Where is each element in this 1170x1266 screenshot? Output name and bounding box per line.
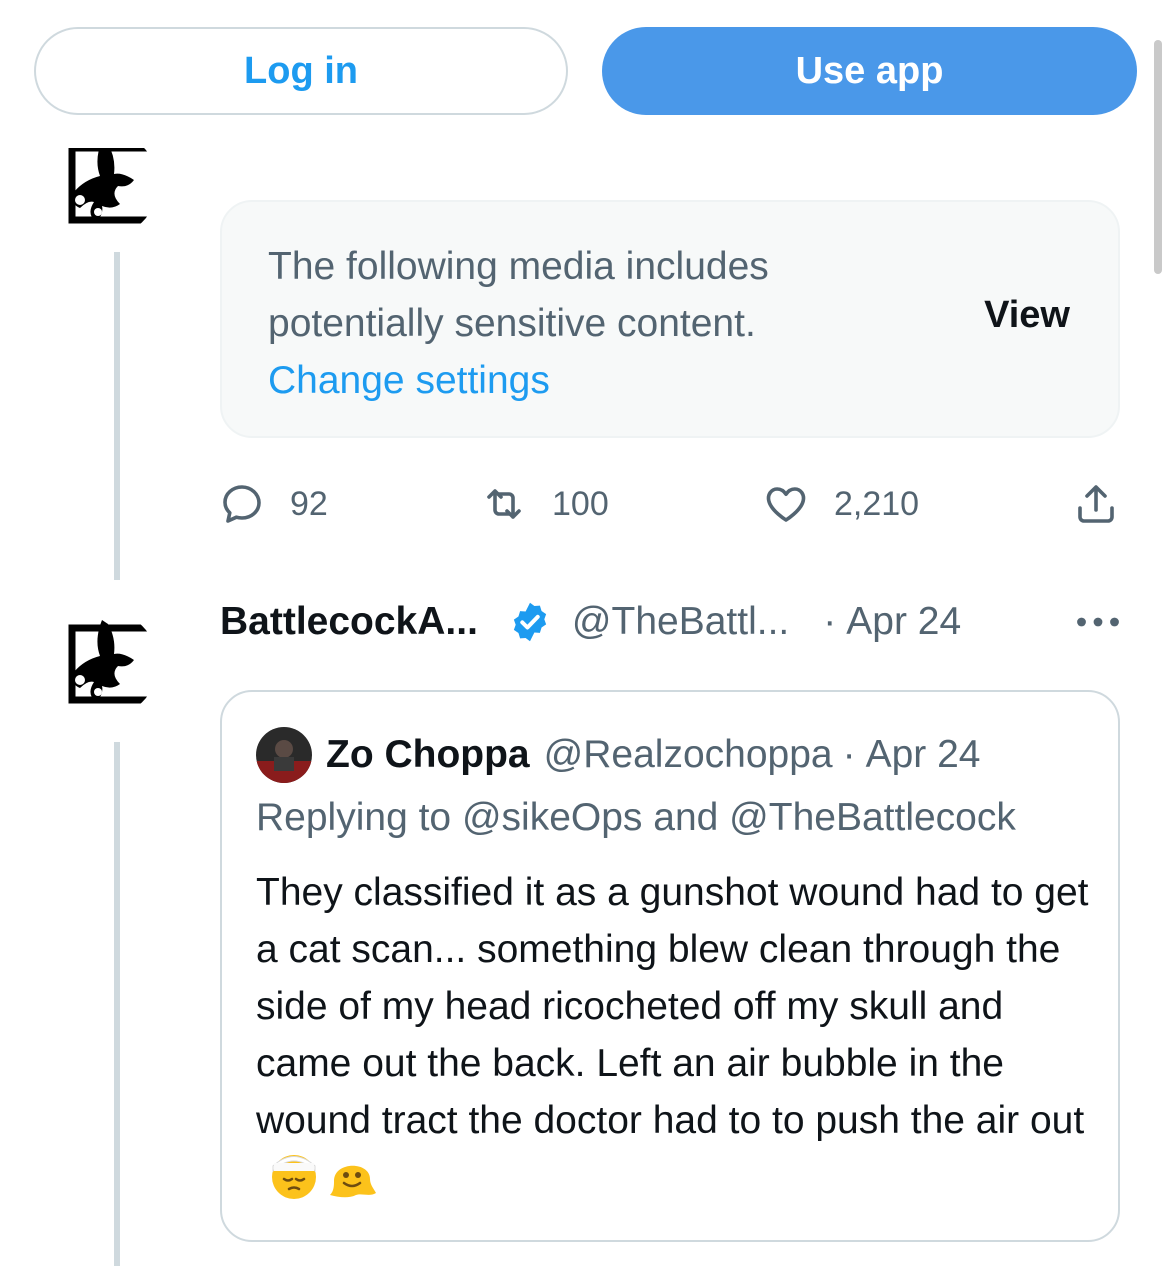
author-name[interactable]: BattlecockA... bbox=[220, 600, 478, 644]
quote-author-handle: @Realzochoppa bbox=[543, 733, 833, 776]
avatar[interactable] bbox=[50, 610, 158, 718]
sensitive-message: The following media includes potentially… bbox=[268, 245, 769, 345]
quote-body: They classified it as a gunshot wound ha… bbox=[256, 864, 1096, 1207]
quote-header: Zo Choppa @Realzochoppa · Apr 24 bbox=[256, 726, 981, 784]
login-button[interactable]: Log in bbox=[34, 27, 568, 115]
melting-face-icon bbox=[326, 1149, 378, 1201]
separator-dot: · bbox=[842, 733, 856, 776]
share-icon bbox=[1078, 485, 1114, 523]
face-with-head-bandage-icon bbox=[268, 1149, 320, 1201]
thread-line bbox=[114, 252, 120, 580]
like-count: 2,210 bbox=[834, 484, 920, 523]
quote-avatar bbox=[256, 727, 312, 783]
author-handle[interactable]: @TheBattl... bbox=[572, 600, 789, 644]
quoted-tweet[interactable]: Zo Choppa @Realzochoppa · Apr 24 Replyin… bbox=[220, 690, 1120, 1242]
user-photo-icon bbox=[256, 727, 312, 783]
share-action[interactable] bbox=[1072, 478, 1120, 530]
reply-action[interactable]: 92 bbox=[218, 478, 328, 530]
top-bar: Log in Use app bbox=[0, 0, 1170, 148]
heart-icon bbox=[766, 487, 806, 522]
battlecock-logo-icon bbox=[68, 620, 158, 704]
separator-dot: · bbox=[823, 600, 837, 643]
verified-badge-icon bbox=[513, 602, 547, 642]
reply-count: 92 bbox=[290, 484, 328, 523]
thread-line bbox=[114, 742, 120, 1266]
tweet-header: BattlecockA... @TheBattl... · Apr 24 bbox=[220, 592, 1130, 652]
change-settings-link[interactable]: Change settings bbox=[268, 352, 550, 409]
replying-to: Replying to @sikeOps and @TheBattlecock bbox=[256, 796, 1016, 839]
use-app-button[interactable]: Use app bbox=[602, 27, 1137, 115]
sensitive-media-notice: The following media includes potentially… bbox=[220, 200, 1120, 438]
scrollbar[interactable] bbox=[1154, 40, 1162, 274]
quote-author-name: Zo Choppa bbox=[326, 733, 530, 776]
like-action[interactable]: 2,210 bbox=[762, 478, 919, 530]
page: Log in Use app The following media inclu… bbox=[0, 0, 1170, 1266]
more-dots-icon bbox=[1077, 617, 1119, 627]
quote-body-text: They classified it as a gunshot wound ha… bbox=[256, 871, 1089, 1142]
repost-icon bbox=[487, 489, 521, 519]
repost-action[interactable]: 100 bbox=[480, 478, 609, 530]
repost-count: 100 bbox=[552, 484, 609, 523]
view-button[interactable]: View bbox=[984, 294, 1070, 337]
tweet-date[interactable]: Apr 24 bbox=[846, 600, 961, 644]
reply-icon bbox=[223, 485, 261, 523]
more-options-button[interactable] bbox=[1070, 598, 1126, 646]
quote-date: Apr 24 bbox=[865, 733, 981, 776]
